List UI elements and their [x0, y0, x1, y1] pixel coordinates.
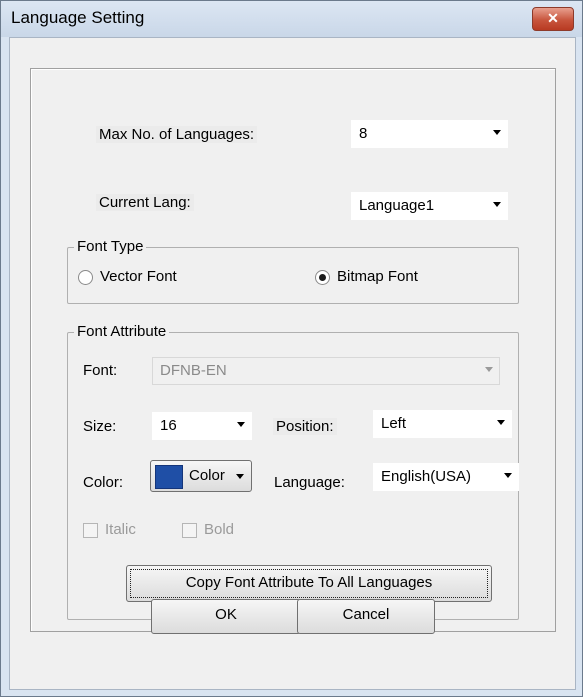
- chevron-down-icon: [497, 420, 505, 425]
- language-value: English(USA): [381, 468, 472, 485]
- chevron-down-icon: [236, 474, 244, 479]
- current-lang-select[interactable]: Language1: [351, 192, 508, 220]
- settings-panel: Max No. of Languages: 8 Current Lang: La…: [30, 68, 556, 632]
- bold-checkbox[interactable]: [182, 523, 197, 538]
- chevron-down-icon: [493, 130, 501, 135]
- font-label: Font:: [83, 362, 118, 379]
- language-select[interactable]: English(USA): [373, 463, 519, 491]
- position-value: Left: [381, 415, 407, 432]
- cancel-button[interactable]: Cancel: [297, 599, 435, 634]
- current-lang-label: Current Lang:: [96, 194, 194, 211]
- chevron-down-icon: [485, 367, 493, 372]
- font-type-title: Font Type: [74, 238, 147, 255]
- language-setting-dialog: Language Setting ✕ Max No. of Languages:…: [0, 0, 583, 697]
- size-label: Size:: [83, 418, 117, 435]
- max-languages-label: Max No. of Languages:: [96, 126, 258, 143]
- chevron-down-icon: [504, 473, 512, 478]
- italic-checkbox[interactable]: [83, 523, 98, 538]
- color-button-label: Color: [189, 467, 225, 484]
- color-swatch: [155, 465, 183, 489]
- chevron-down-icon: [237, 422, 245, 427]
- language-label: Language:: [274, 474, 345, 491]
- close-button[interactable]: ✕: [532, 7, 574, 31]
- cancel-label: Cancel: [342, 606, 390, 623]
- bold-label: Bold: [204, 521, 235, 538]
- vector-font-label: Vector Font: [100, 268, 177, 285]
- chevron-down-icon: [493, 202, 501, 207]
- bitmap-font-label: Bitmap Font: [337, 268, 418, 285]
- max-languages-value: 8: [359, 125, 368, 142]
- font-select[interactable]: DFNB-EN: [152, 357, 500, 385]
- ok-label: OK: [215, 606, 237, 623]
- size-value: 16: [160, 417, 177, 434]
- font-value: DFNB-EN: [160, 362, 227, 379]
- copy-font-attribute-button[interactable]: Copy Font Attribute To All Languages: [126, 565, 492, 602]
- position-label: Position:: [273, 418, 337, 435]
- title-bar[interactable]: Language Setting ✕: [1, 1, 582, 37]
- focus-rectangle: [130, 569, 488, 598]
- position-select[interactable]: Left: [373, 410, 512, 438]
- size-select[interactable]: 16: [152, 412, 252, 440]
- current-lang-value: Language1: [359, 197, 435, 214]
- max-languages-select[interactable]: 8: [351, 120, 508, 148]
- dialog-client-area: Max No. of Languages: 8 Current Lang: La…: [9, 37, 576, 690]
- bitmap-font-radio[interactable]: [315, 270, 330, 285]
- vector-font-radio[interactable]: [78, 270, 93, 285]
- font-attribute-title: Font Attribute: [74, 323, 170, 340]
- color-picker-button[interactable]: Color: [150, 460, 252, 492]
- italic-label: Italic: [105, 521, 136, 538]
- font-attribute-group: Font Attribute Font: DFNB-EN Size: 16 Po…: [67, 323, 519, 620]
- close-icon: ✕: [547, 10, 559, 26]
- window-title: Language Setting: [11, 8, 145, 27]
- color-label: Color:: [83, 474, 124, 491]
- ok-button[interactable]: OK: [151, 599, 301, 634]
- font-type-group: Font Type Vector Font Bitmap Font: [67, 238, 519, 304]
